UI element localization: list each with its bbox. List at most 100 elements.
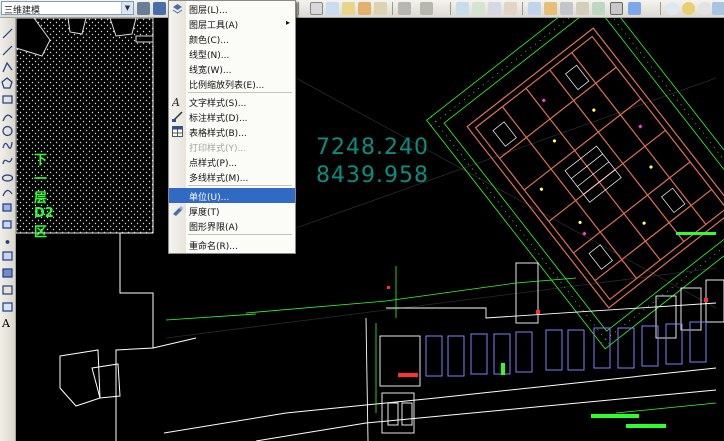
menu-item-label: 图层工具(A) — [189, 21, 239, 31]
menu-item-label: 线宽(W)... — [189, 66, 232, 76]
line-tool-icon[interactable] — [2, 28, 13, 39]
menu-item-color[interactable]: 颜色(C)... — [169, 31, 295, 46]
menu-item-label: 单位(U)... — [189, 193, 230, 203]
menu-item-label: 文字样式(S)... — [189, 99, 247, 109]
coordinate-text-2: 8439.958 — [316, 163, 429, 188]
menu-item-label: 多线样式(M)... — [189, 174, 249, 184]
sheet-set-icon[interactable] — [576, 2, 589, 15]
design-center-icon[interactable] — [544, 2, 557, 15]
menu-item-text-style[interactable]: A 文字样式(S)... — [169, 94, 295, 109]
menu-item-units[interactable]: 单位(U)... — [169, 188, 295, 203]
site-boundary — [59, 48, 717, 441]
menu-item-label: 厚度(T) — [189, 208, 220, 218]
coordinate-text-1: 7248.240 — [316, 135, 429, 160]
menu-item-lineweight[interactable]: 线宽(W)... — [169, 61, 295, 76]
menu-item-label: 比例缩放列表(E)... — [189, 81, 265, 91]
menu-item-layer-tools[interactable]: 图层工具(A) ▸ — [169, 16, 295, 31]
table-tool-icon[interactable] — [2, 302, 13, 312]
menu-item-plot-style: 打印样式(Y)... — [169, 139, 295, 154]
menu-item-scale-list[interactable]: 比例缩放列表(E)... — [169, 76, 295, 91]
visual-style-icon[interactable] — [698, 2, 711, 15]
menu-item-point-style[interactable]: 点样式(P)... — [169, 154, 295, 169]
calculator-icon[interactable] — [610, 2, 623, 15]
toolbar-separator — [450, 2, 451, 15]
point-tool-icon[interactable] — [5, 240, 10, 244]
menu-item-thickness[interactable]: 厚度(T) — [169, 203, 295, 218]
arc-tool-icon[interactable] — [2, 114, 13, 122]
draw-tool-palette: A — [0, 18, 16, 441]
menu-item-label: 线型(N)... — [189, 51, 230, 61]
tool-palettes-icon[interactable] — [560, 2, 573, 15]
properties-icon[interactable] — [528, 2, 541, 15]
circle-tool-icon[interactable] — [2, 125, 13, 137]
menu-item-drawing-limits[interactable]: 图形界限(A) — [169, 218, 295, 233]
menu-item-dimension-style[interactable]: 标注样式(D)... — [169, 109, 295, 124]
ellipse-tool-icon[interactable] — [1, 174, 14, 182]
gradient-tool-icon[interactable] — [2, 268, 13, 278]
construction-line-icon[interactable] — [2, 45, 13, 56]
thickness-icon — [172, 205, 183, 216]
polygon-tool-icon[interactable] — [1, 77, 13, 89]
spline-tool-icon[interactable] — [2, 157, 13, 165]
chevron-down-icon[interactable]: ▼ — [121, 2, 133, 14]
svg-text:A: A — [172, 96, 180, 107]
menu-item-label: 点样式(P)... — [189, 159, 238, 169]
menu-item-label: 打印样式(Y)... — [189, 144, 247, 154]
markup-icon[interactable] — [592, 2, 605, 15]
menu-item-label: 图形界限(A) — [189, 223, 239, 233]
layers-icon — [172, 3, 183, 14]
zone-label: 下一层D2区 — [34, 153, 54, 240]
menu-item-layer[interactable]: 图层(L)... — [169, 1, 295, 16]
ellipse-arc-icon[interactable] — [2, 189, 13, 197]
orbit-icon[interactable] — [666, 2, 679, 15]
zoom-window-icon[interactable] — [488, 2, 501, 15]
cut-icon[interactable] — [310, 2, 323, 15]
menu-item-label: 表格样式(B)... — [189, 129, 247, 139]
menu-item-rename[interactable]: 重命名(R)... — [169, 237, 295, 252]
menu-item-label: 图层(L)... — [189, 6, 228, 16]
menu-item-multiline-style[interactable]: 多线样式(M)... — [169, 169, 295, 184]
workspace-settings-icon[interactable] — [137, 2, 150, 15]
zoom-realtime-icon[interactable] — [472, 2, 485, 15]
insert-block-icon[interactable] — [2, 203, 12, 212]
top-toolbar: 三维建模 ▼ — [0, 0, 724, 18]
paste-icon[interactable] — [342, 2, 355, 15]
revision-cloud-icon[interactable] — [2, 141, 13, 149]
text-style-icon: A — [171, 96, 183, 109]
menu-separator — [188, 234, 292, 235]
toolbar-separator — [392, 2, 393, 15]
dimension-style-icon — [172, 111, 183, 122]
layer-properties-icon[interactable] — [153, 2, 166, 15]
copy-icon[interactable] — [326, 2, 339, 15]
rectangle-tool-icon[interactable] — [2, 95, 13, 104]
menu-item-linetype[interactable]: 线型(N)... — [169, 46, 295, 61]
pan-icon[interactable] — [456, 2, 469, 15]
multiline-text-icon[interactable]: A — [2, 317, 10, 330]
toolbar-separator — [660, 2, 661, 15]
format-menu: 图层(L)... 图层工具(A) ▸ 颜色(C)... 线型(N)... 线宽(… — [168, 0, 296, 254]
region-tool-icon[interactable] — [2, 285, 13, 295]
workspace-dropdown[interactable]: 三维建模 ▼ — [1, 1, 134, 16]
menu-separator — [188, 92, 292, 93]
cad-drawing — [16, 18, 724, 441]
polyline-tool-icon[interactable] — [2, 61, 13, 73]
workspace-value: 三维建模 — [4, 6, 41, 16]
render-icon[interactable] — [712, 2, 724, 15]
table-style-icon — [172, 126, 183, 137]
parking-stalls — [425, 321, 707, 377]
menu-separator — [188, 185, 292, 186]
redo-icon[interactable] — [420, 2, 433, 15]
make-block-icon[interactable] — [2, 220, 12, 229]
help-icon[interactable] — [628, 2, 641, 15]
zoom-previous-icon[interactable] — [504, 2, 517, 15]
menu-item-table-style[interactable]: 表格样式(B)... — [169, 124, 295, 139]
hatch-tool-icon[interactable] — [2, 251, 13, 261]
undo-icon[interactable] — [398, 2, 411, 15]
match-properties-icon[interactable] — [358, 2, 371, 15]
red-markers — [387, 286, 708, 377]
submenu-arrow-icon: ▸ — [285, 18, 290, 27]
block-editor-icon[interactable] — [374, 2, 387, 15]
menu-item-label: 重命名(R)... — [189, 242, 238, 252]
toolbar-separator — [298, 2, 299, 15]
light-icon[interactable] — [682, 2, 695, 15]
